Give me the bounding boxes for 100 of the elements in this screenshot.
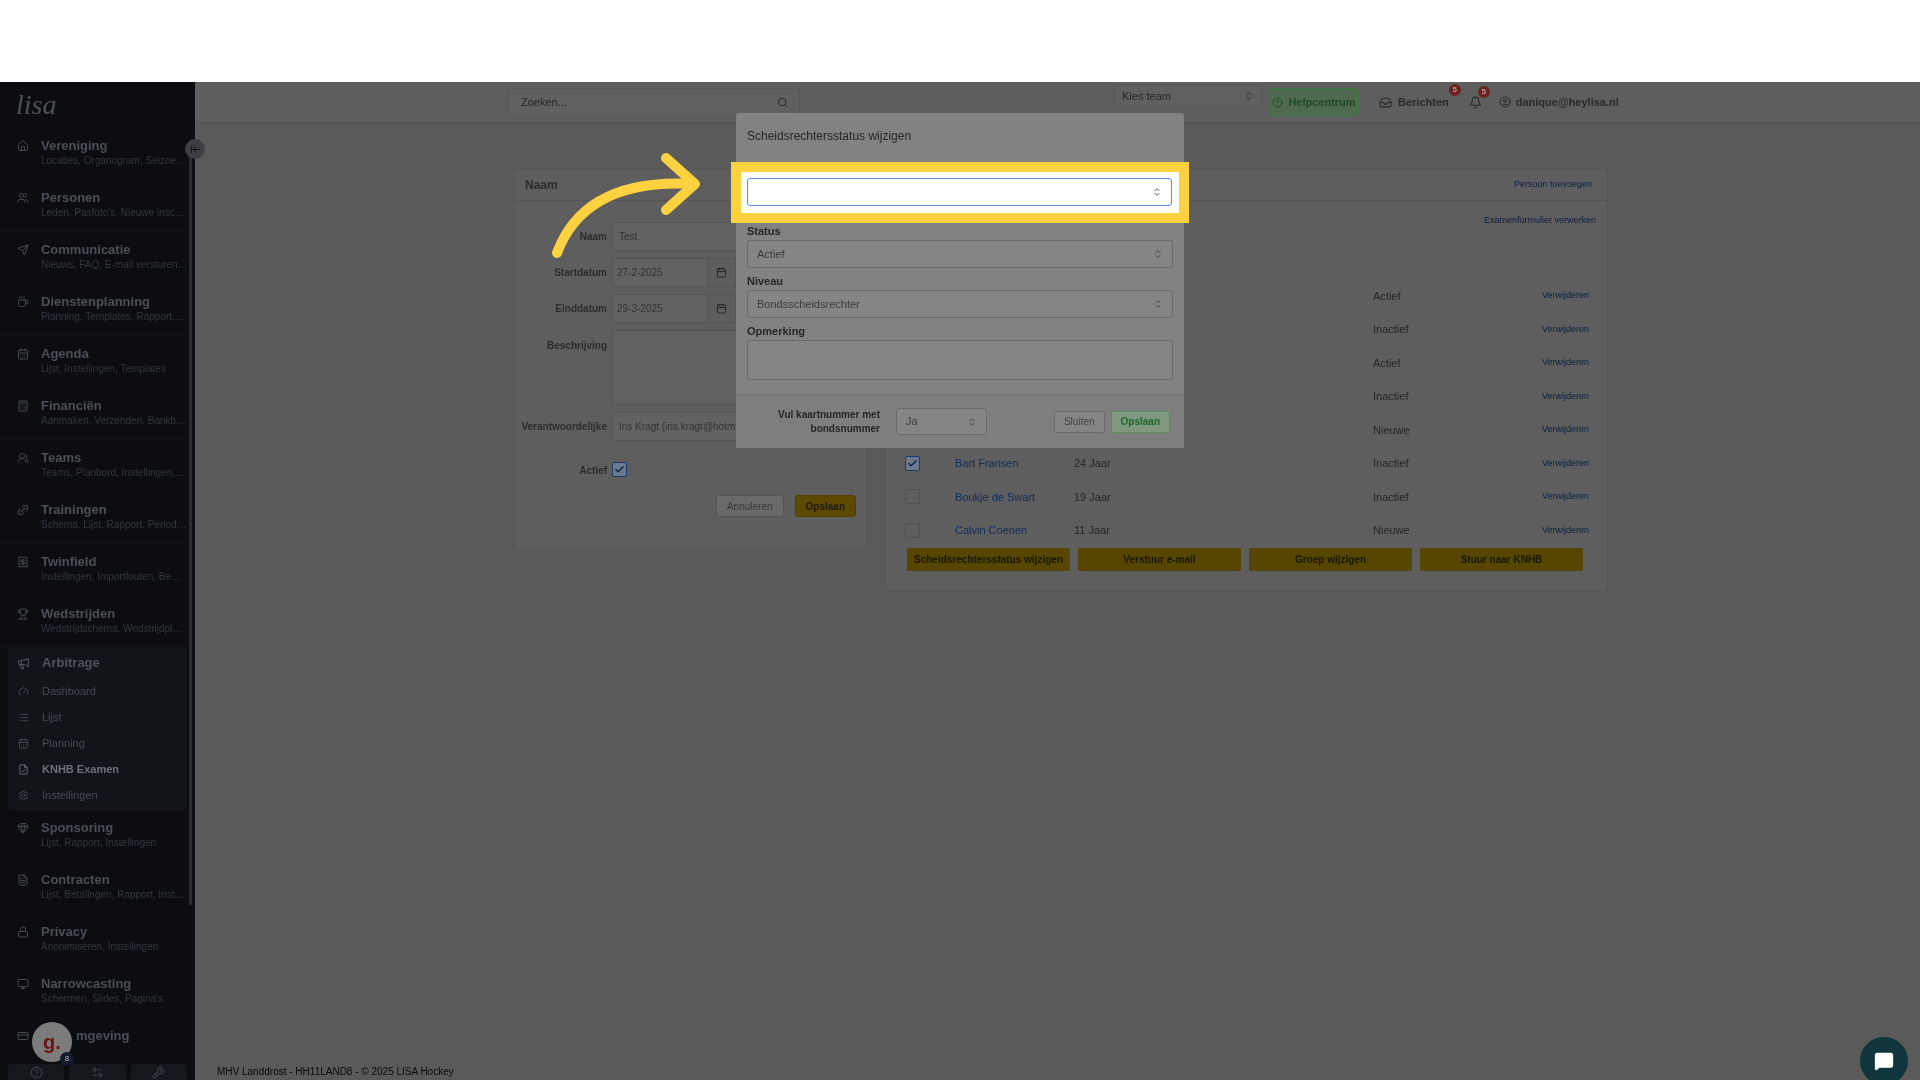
- file-check-icon: [18, 763, 29, 775]
- delete-link[interactable]: Verwijderen: [1541, 456, 1589, 470]
- chevrons-icon: [1153, 299, 1163, 309]
- status-cell-text: Inactief: [1373, 456, 1409, 471]
- arrows-icon: [91, 1066, 104, 1079]
- person-link[interactable]: Boukje de Swart: [955, 490, 1036, 503]
- check-icon: [907, 457, 918, 469]
- tools-button[interactable]: [130, 1064, 187, 1080]
- help-button[interactable]: [8, 1064, 65, 1080]
- delete-link[interactable]: Verwijderen: [1541, 490, 1589, 504]
- calendar-icon: [716, 303, 727, 314]
- logo: lisa: [16, 91, 57, 119]
- item-title: Contracten: [41, 872, 111, 888]
- age-cell: 11 Jaar: [1074, 524, 1110, 536]
- delete-link[interactable]: Verwijderen: [1541, 289, 1589, 303]
- search-field[interactable]: Zoeken...: [508, 87, 800, 117]
- status-cell-text: Inactief: [1373, 322, 1409, 337]
- item-title: Dienstenplanning: [41, 294, 152, 310]
- sidebar-item[interactable]: Arbitrage: [8, 648, 187, 678]
- check-icon: [614, 464, 625, 475]
- modal-button[interactable]: Opslaan: [1110, 410, 1170, 433]
- chevrons-icon: [1152, 187, 1162, 197]
- chevrons-icon: [1244, 91, 1254, 101]
- add-person-link[interactable]: Persoon toevoegen: [1513, 178, 1592, 192]
- collapse-icon: [189, 143, 201, 155]
- paper-plane-icon: [17, 244, 29, 256]
- help-icon: [29, 1066, 43, 1079]
- help-icon: [1272, 96, 1284, 108]
- inbox-icon: [1379, 95, 1392, 109]
- sidebar-subitem[interactable]: KNHB Examen: [8, 756, 187, 782]
- settings-icon: [18, 789, 29, 801]
- chevrons-icon: [1153, 249, 1163, 259]
- checkbox[interactable]: [905, 455, 920, 471]
- checkbox[interactable]: [612, 462, 627, 477]
- calendar-icon: [17, 348, 29, 360]
- count-badge: 5: [1448, 83, 1461, 96]
- action-button[interactable]: Stuur naar KNHB: [1420, 548, 1583, 571]
- trophy-icon: [17, 608, 29, 620]
- team-select[interactable]: Kies team: [1114, 84, 1262, 108]
- item-title: Teams: [41, 450, 83, 466]
- modal-title: Scheidsrechtersstatus wijzigen: [747, 129, 912, 143]
- age-cell: 24 Jaar: [1074, 457, 1111, 469]
- modal-button[interactable]: Sluiten: [1053, 410, 1105, 433]
- gem-icon: [17, 822, 29, 834]
- item-title: Narrowcasting: [41, 976, 133, 992]
- item-title: Privacy: [41, 924, 89, 940]
- switch-button[interactable]: [69, 1064, 126, 1080]
- field-label: Niveau: [747, 274, 785, 288]
- item-title: Sponsoring: [41, 820, 115, 836]
- item-title: Communicatie: [40, 242, 132, 258]
- calendar-icon: [716, 267, 727, 278]
- item-title: Financiën: [41, 398, 103, 414]
- lock-icon: [17, 926, 29, 938]
- chevrons-icon: [967, 416, 977, 427]
- select-field[interactable]: Ja: [896, 408, 987, 435]
- wrench-icon: [152, 1066, 166, 1079]
- select-field[interactable]: Actief: [747, 240, 1173, 268]
- search-icon: [777, 96, 788, 108]
- dumbbell-icon: [17, 504, 29, 516]
- delete-link[interactable]: Verwijderen: [1541, 523, 1589, 537]
- delete-link[interactable]: Verwijderen: [1541, 356, 1589, 370]
- item-title: Vereniging: [41, 138, 109, 154]
- document-icon: [17, 874, 29, 886]
- delete-link[interactable]: Verwijderen: [1541, 389, 1589, 403]
- sidebar-subitem[interactable]: Dashboard: [8, 678, 187, 704]
- item-title: Trainingen: [41, 502, 108, 518]
- count-badge: 5: [1477, 85, 1490, 98]
- form-button[interactable]: Opslaan: [794, 495, 856, 517]
- exam-form-link[interactable]: Examenformulier verwerken: [1483, 214, 1596, 228]
- bell-icon: [1468, 95, 1482, 109]
- calendar-button[interactable]: [708, 258, 736, 287]
- text-area[interactable]: [747, 340, 1173, 380]
- count-badge: 8: [60, 1052, 74, 1066]
- people-icon: [17, 192, 29, 204]
- footer-text: MHV Landdrost - HH11LAND8 - © 2025 LISA Hockey: [217, 1065, 454, 1078]
- calendar-button[interactable]: [708, 294, 736, 323]
- action-button[interactable]: Verstuur e-mail: [1078, 548, 1241, 571]
- field-label: Status: [747, 224, 782, 238]
- collapse-button[interactable]: [185, 139, 205, 159]
- sidebar-subitem[interactable]: Planning: [8, 730, 187, 756]
- gauge-icon: [18, 685, 29, 697]
- group-icon: [17, 452, 29, 464]
- calendar-icon: [18, 737, 29, 749]
- status-cell-text: Inactief: [1373, 489, 1409, 505]
- select-field[interactable]: [747, 178, 1172, 206]
- delete-link[interactable]: Verwijderen: [1541, 423, 1589, 437]
- person-link[interactable]: Bart Fransen: [955, 457, 1019, 469]
- monitor-icon: [17, 978, 29, 990]
- status-cell-text: Actief: [1373, 288, 1401, 304]
- status-cell-text: Nieuwe: [1373, 422, 1410, 438]
- person-link[interactable]: Calvin Coenen: [955, 524, 1028, 536]
- select-field[interactable]: Bondsscheidsrechter: [747, 290, 1173, 318]
- item-title: Personen: [41, 190, 102, 206]
- action-button[interactable]: Groep wijzigen: [1249, 548, 1412, 571]
- user-icon: [1498, 96, 1511, 108]
- action-button[interactable]: Scheidsrechtersstatus wijzigen: [907, 548, 1070, 571]
- notifications-button[interactable]: [1468, 95, 1482, 109]
- item-title: mgeving: [76, 1028, 130, 1044]
- delete-link[interactable]: Verwijderen: [1541, 322, 1589, 336]
- status-cell-text: Inactief: [1373, 389, 1409, 404]
